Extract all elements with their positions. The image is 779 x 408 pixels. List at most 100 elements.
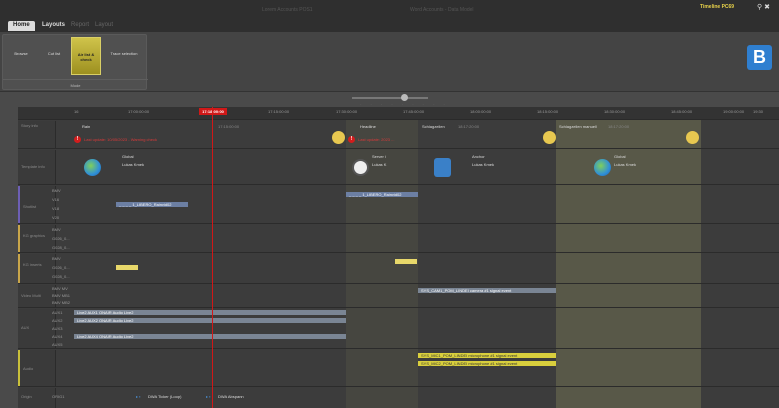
template-info-label: Template info [18, 150, 56, 184]
story-info-label: Story info [18, 121, 56, 148]
track-label: G028_0... [52, 245, 70, 250]
tab-home[interactable]: Home [8, 21, 35, 31]
ruler-tick: 19:00:00:00 [723, 109, 745, 114]
zoom-ticks: - - - - - - - - - [360, 101, 449, 106]
camera-event-bar[interactable]: SYS_CAM1_POM_LINDEI camera #1 signal eve… [418, 288, 556, 293]
globe-icon [594, 159, 611, 176]
track-label: AUX4 [52, 334, 63, 339]
mode-cut-list-button[interactable]: Cut list [39, 37, 69, 75]
ribbon-tabs: Home Layouts Report Layout [0, 20, 779, 32]
video-multi-row: Video Multi BMV MV BMV MB1 BMV MB2 SYS_C… [18, 285, 779, 308]
origin-item[interactable]: DWA Abspann [218, 394, 244, 399]
time-ruler[interactable]: 16 17:00:00:00 17:15:00:00 17:30:00:00 1… [18, 107, 779, 120]
kg-inserts-label: KG inserts [18, 254, 56, 283]
story-title: Schlagzeilen [422, 124, 445, 129]
window-title-right: Word Accounts - Data Model [410, 7, 474, 13]
ruler-tick: 18:00:00:00 [470, 109, 492, 114]
origin-item[interactable]: DWA Ticker (Loop) [148, 394, 181, 399]
track-label: BMV [52, 188, 61, 193]
template-author: Lukas Kmek [122, 162, 145, 167]
kg-graphics-label: KG graphics [18, 225, 56, 252]
microphone-event-bar[interactable]: SYS_MIC1_POM_LINDEI microphone #1 signal… [418, 353, 556, 358]
microphone-event-bar[interactable]: SYS_MIC2_POM_LINDEI microphone #1 signal… [418, 361, 556, 366]
story-warning: Last update: 10/05/2023 - Warning check [84, 137, 158, 142]
avatar[interactable] [686, 131, 699, 144]
timeline-title: Timeline PC69 [700, 4, 735, 10]
template-name: Anchor [472, 154, 485, 159]
story-info-row: Story info Rain 17:15:00:00 ! Last updat… [18, 121, 779, 149]
ruler-tick: 17:15:00:00 [268, 109, 290, 114]
ruler-tick: 17:00:00:00 [128, 109, 150, 114]
template-info-row: Template info Global Lukas Kmek Server i… [18, 150, 779, 185]
mode-browse-button[interactable]: Browse [6, 37, 36, 75]
track-label: ORIG1 [52, 394, 65, 399]
ruler-tick: 17:45:00:00 [403, 109, 425, 114]
shotlist-clip[interactable]: _ _ _ _ 1_LIBERO_Rainvid02 [116, 202, 188, 207]
track-label: BMV [52, 227, 61, 232]
story-time: 18:17:20:00 [608, 124, 630, 129]
shotlist-row: Shotlist BMV V16 V18 V20 _ _ _ _ 1_LIBER… [18, 186, 779, 224]
kg-insert-clip[interactable] [395, 259, 417, 264]
aux-label: AUX [18, 309, 56, 348]
aux-audio-bar[interactable]: Live2 AUX1 ONAIR Audio Live2 [74, 310, 346, 315]
warning-icon: ! [74, 136, 81, 143]
shotlist-label: Shotlist [18, 186, 56, 223]
origin-item-icon: ▸ ▪ [136, 394, 141, 399]
template-name: Server i [372, 154, 386, 159]
aux-audio-bar[interactable]: Live2 AUX4 ONAIR Audio Live2 [74, 334, 346, 339]
track-label: AUX2 [52, 318, 63, 323]
title-bar: Lorem Accounts POS1 Word Accounts - Data… [0, 0, 779, 22]
zoom-slider-thumb[interactable] [401, 94, 408, 101]
track-label: G026_0... [52, 265, 70, 270]
mode-trace-button[interactable]: Trace selection [109, 37, 139, 75]
mode-group: Browse Cut list Air list & check Trace s… [2, 34, 148, 90]
track-label: BMV MV [52, 286, 68, 291]
app-logo: B [747, 45, 772, 70]
origin-item-icon: ▸ ▪ [206, 394, 211, 399]
kg-insert-clip[interactable] [116, 265, 138, 270]
story-title: Schlagzeilen manuell [559, 124, 597, 129]
mode-group-label: Mode [3, 79, 148, 88]
track-label: AUX3 [52, 326, 63, 331]
aux-audio-bar[interactable]: Live2 AUX2 ONAIR Audio Live2 [74, 318, 346, 323]
window-title-left: Lorem Accounts POS1 [262, 7, 313, 13]
track-label: BMV MB2 [52, 300, 71, 305]
template-author: Lukas Kmek [614, 162, 637, 167]
ruler-tick: 19:30 [753, 109, 764, 114]
track-label: AUX1 [52, 310, 63, 315]
template-name: Global [122, 154, 134, 159]
ruler-tick: 18:15:00:00 [537, 109, 559, 114]
track-label: BMV MB1 [52, 293, 71, 298]
avatar[interactable] [543, 131, 556, 144]
story-time: 18:17:20:00 [458, 124, 480, 129]
template-author: Lukas K [372, 162, 387, 167]
ruler-tick: 16 [74, 109, 79, 114]
track-label: G026_0... [52, 236, 70, 241]
ruler-tick: 18:45:00:00 [671, 109, 693, 114]
aux-row: AUX AUX1 AUX2 AUX3 AUX4 AUX5 Live2 AUX1 … [18, 309, 779, 349]
kg-graphics-row: KG graphics BMV G026_0... G028_0... [18, 225, 779, 253]
avatar[interactable] [332, 131, 345, 144]
tab-layout[interactable]: Layout [90, 21, 118, 31]
current-time-marker[interactable]: 17:18:00:00 [199, 108, 227, 115]
zoom-slider[interactable] [352, 97, 428, 99]
mode-air-list-button[interactable]: Air list & check [71, 37, 101, 75]
audio-row: Audio SYS_MIC1_POM_LINDEI microphone #1 … [18, 350, 779, 387]
track-label: V18 [52, 206, 60, 211]
track-label: G028_0... [52, 274, 70, 279]
person-icon [434, 158, 451, 177]
kg-inserts-row: KG inserts BMV G026_0... G028_0... [18, 254, 779, 284]
film-reel-icon [352, 159, 369, 176]
window-controls-icon[interactable]: ⚲ ✖ [757, 3, 770, 11]
story-title: Rain [82, 124, 91, 129]
story-title: Headline [360, 124, 376, 129]
shotlist-clip[interactable]: _ _ _ _ 1_LIBERO_Rainvid02 [346, 192, 418, 197]
current-time-line [212, 107, 213, 408]
ribbon: Browse Cut list Air list & check Trace s… [0, 32, 779, 92]
story-warning: Last update: 2023 ... [358, 137, 395, 142]
track-label: AUX5 [52, 342, 63, 347]
origin-label: Origin [18, 388, 56, 408]
story-time: 17:15:00:00 [218, 124, 240, 129]
timeline: 16 17:00:00:00 17:15:00:00 17:30:00:00 1… [18, 107, 779, 408]
template-name: Global [614, 154, 626, 159]
